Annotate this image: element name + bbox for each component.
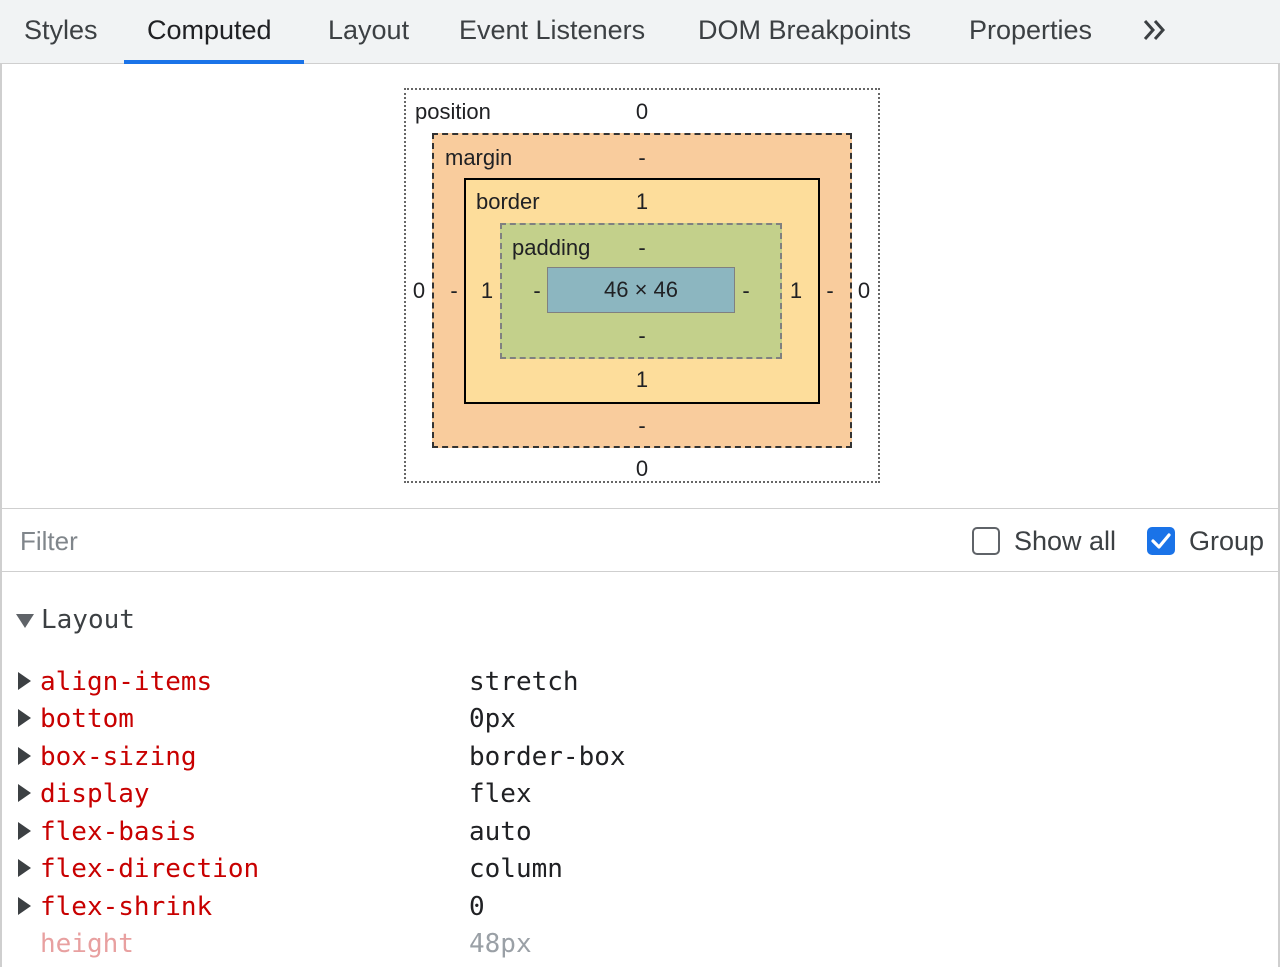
box-model-content[interactable]: 46 × 46 — [547, 267, 735, 313]
show-all-label[interactable]: Show all — [1014, 525, 1116, 557]
filter-bar: Show all Group — [0, 508, 1280, 572]
property-value: stretch — [469, 667, 579, 697]
computed-property-row[interactable]: display flex — [2, 776, 1278, 813]
property-value: auto — [469, 817, 532, 847]
border-label: border — [476, 189, 540, 214]
property-value: 48px — [469, 929, 532, 959]
border-left[interactable]: 1 — [472, 279, 502, 303]
property-name: display — [40, 779, 150, 809]
margin-right[interactable]: - — [815, 279, 845, 303]
triangle-right-icon[interactable] — [18, 747, 31, 765]
tab-dom-breakpoints[interactable]: DOM Breakpoints — [698, 0, 911, 64]
padding-bottom[interactable]: - — [627, 324, 657, 348]
triangle-right-icon[interactable] — [18, 897, 31, 915]
position-label: position — [415, 99, 491, 124]
tab-event-listeners[interactable]: Event Listeners — [459, 0, 645, 64]
group-checkbox[interactable] — [1147, 527, 1175, 555]
computed-property-row[interactable]: height 48px — [2, 926, 1278, 963]
computed-property-row[interactable]: flex-direction column — [2, 851, 1278, 888]
property-name: height — [40, 929, 134, 959]
padding-right[interactable]: - — [731, 279, 761, 303]
tab-styles[interactable]: Styles — [24, 0, 98, 64]
position-bottom[interactable]: 0 — [627, 457, 657, 481]
margin-bottom[interactable]: - — [627, 414, 657, 438]
show-all-checkbox[interactable] — [972, 527, 1000, 555]
devtools-sidebar-tabbar: Styles Computed Layout Event Listeners D… — [0, 0, 1280, 64]
computed-property-row[interactable]: box-sizing border-box — [2, 739, 1278, 776]
property-name: flex-basis — [40, 817, 197, 847]
triangle-right-icon[interactable] — [18, 822, 31, 840]
property-value: flex — [469, 779, 532, 809]
triangle-right-icon[interactable] — [18, 709, 31, 727]
computed-property-row[interactable]: bottom 0px — [2, 701, 1278, 738]
property-name: box-sizing — [40, 742, 197, 772]
property-name: align-items — [40, 667, 213, 697]
position-left[interactable]: 0 — [404, 279, 434, 303]
border-top[interactable]: 1 — [627, 190, 657, 214]
triangle-right-icon[interactable] — [18, 784, 31, 802]
computed-property-row[interactable]: flex-shrink 0 — [2, 889, 1278, 926]
position-top[interactable]: 0 — [627, 100, 657, 124]
group-title: Layout — [41, 605, 135, 635]
group-label[interactable]: Group — [1189, 525, 1264, 557]
computed-properties-list: Layout align-items stretch bottom 0px bo… — [0, 572, 1280, 967]
margin-left[interactable]: - — [439, 279, 469, 303]
position-right[interactable]: 0 — [849, 279, 879, 303]
margin-top[interactable]: - — [627, 146, 657, 170]
property-name: flex-shrink — [40, 892, 213, 922]
padding-top[interactable]: - — [627, 236, 657, 260]
border-right[interactable]: 1 — [781, 279, 811, 303]
property-name: flex-direction — [40, 854, 260, 884]
tab-computed[interactable]: Computed — [147, 0, 272, 64]
chevron-double-right-icon[interactable] — [1140, 14, 1170, 46]
property-name: bottom — [40, 704, 134, 734]
triangle-right-icon[interactable] — [18, 859, 31, 877]
checkmark-icon — [1151, 533, 1171, 549]
tab-layout[interactable]: Layout — [328, 0, 409, 64]
property-value: column — [469, 854, 563, 884]
border-bottom[interactable]: 1 — [627, 368, 657, 392]
computed-property-row[interactable]: align-items stretch — [2, 664, 1278, 701]
filter-input[interactable] — [20, 523, 620, 559]
tab-properties[interactable]: Properties — [969, 0, 1092, 64]
triangle-right-icon[interactable] — [18, 672, 31, 690]
margin-label: margin — [445, 145, 513, 170]
property-value: border-box — [469, 742, 626, 772]
property-value: 0 — [469, 892, 485, 922]
property-value: 0px — [469, 704, 516, 734]
padding-label: padding — [512, 235, 591, 260]
computed-property-row[interactable]: flex-basis auto — [2, 814, 1278, 851]
triangle-down-icon — [16, 614, 34, 628]
padding-left[interactable]: - — [522, 279, 552, 303]
